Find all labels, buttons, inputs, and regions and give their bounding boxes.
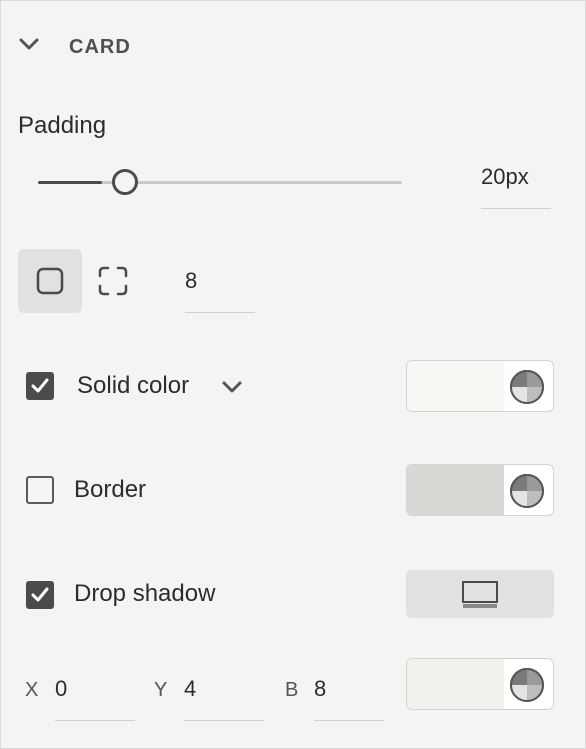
shadow-color-preview xyxy=(407,659,504,709)
padding-value[interactable]: 20px xyxy=(481,164,529,190)
border-color-swatch[interactable] xyxy=(406,464,554,516)
shadow-y-label: Y xyxy=(154,679,168,701)
shadow-color-swatch[interactable] xyxy=(406,658,554,710)
slider-thumb[interactable] xyxy=(112,169,138,195)
shadow-blur-underline xyxy=(314,720,384,721)
card-settings-panel: CARD Padding 20px 8 Solid color Border D… xyxy=(0,0,586,749)
shadow-blur-value[interactable]: 8 xyxy=(314,676,326,702)
section-title[interactable]: CARD xyxy=(69,36,131,59)
fill-color-swatch[interactable] xyxy=(406,360,554,412)
corner-dashed-icon xyxy=(98,266,128,296)
uniform-corners-button[interactable] xyxy=(18,249,82,313)
fill-type-label[interactable]: Solid color xyxy=(77,372,189,400)
color-wheel-icon[interactable] xyxy=(509,473,545,509)
shadow-x-label: X xyxy=(25,679,39,701)
padding-value-underline xyxy=(481,208,551,209)
slider-fill xyxy=(38,181,102,184)
shadow-x-value[interactable]: 0 xyxy=(55,676,67,702)
border-label: Border xyxy=(74,476,147,503)
padding-label: Padding xyxy=(18,112,107,139)
monitor-shadow-icon xyxy=(461,580,499,615)
corner-radius-value[interactable]: 8 xyxy=(185,268,197,294)
chevron-down-icon[interactable] xyxy=(221,379,243,400)
color-wheel-icon[interactable] xyxy=(509,667,545,703)
shadow-y-underline xyxy=(184,720,264,721)
individual-corners-button[interactable] xyxy=(98,266,128,296)
drop-shadow-label: Drop shadow xyxy=(74,580,216,607)
border-checkbox[interactable] xyxy=(26,476,54,504)
corner-radius-underline xyxy=(185,312,255,313)
shadow-blur-label: B xyxy=(285,679,299,701)
border-color-preview xyxy=(407,465,504,515)
shadow-y-value[interactable]: 4 xyxy=(184,676,196,702)
rounded-square-icon xyxy=(36,267,64,295)
fill-checkbox[interactable] xyxy=(26,372,54,400)
color-wheel-icon[interactable] xyxy=(509,369,545,405)
chevron-down-icon[interactable] xyxy=(18,36,40,52)
padding-slider[interactable] xyxy=(38,169,402,199)
shadow-x-underline xyxy=(55,720,135,721)
shadow-preset-button[interactable] xyxy=(406,570,554,618)
fill-color-preview xyxy=(407,361,504,411)
drop-shadow-checkbox[interactable] xyxy=(26,581,54,609)
